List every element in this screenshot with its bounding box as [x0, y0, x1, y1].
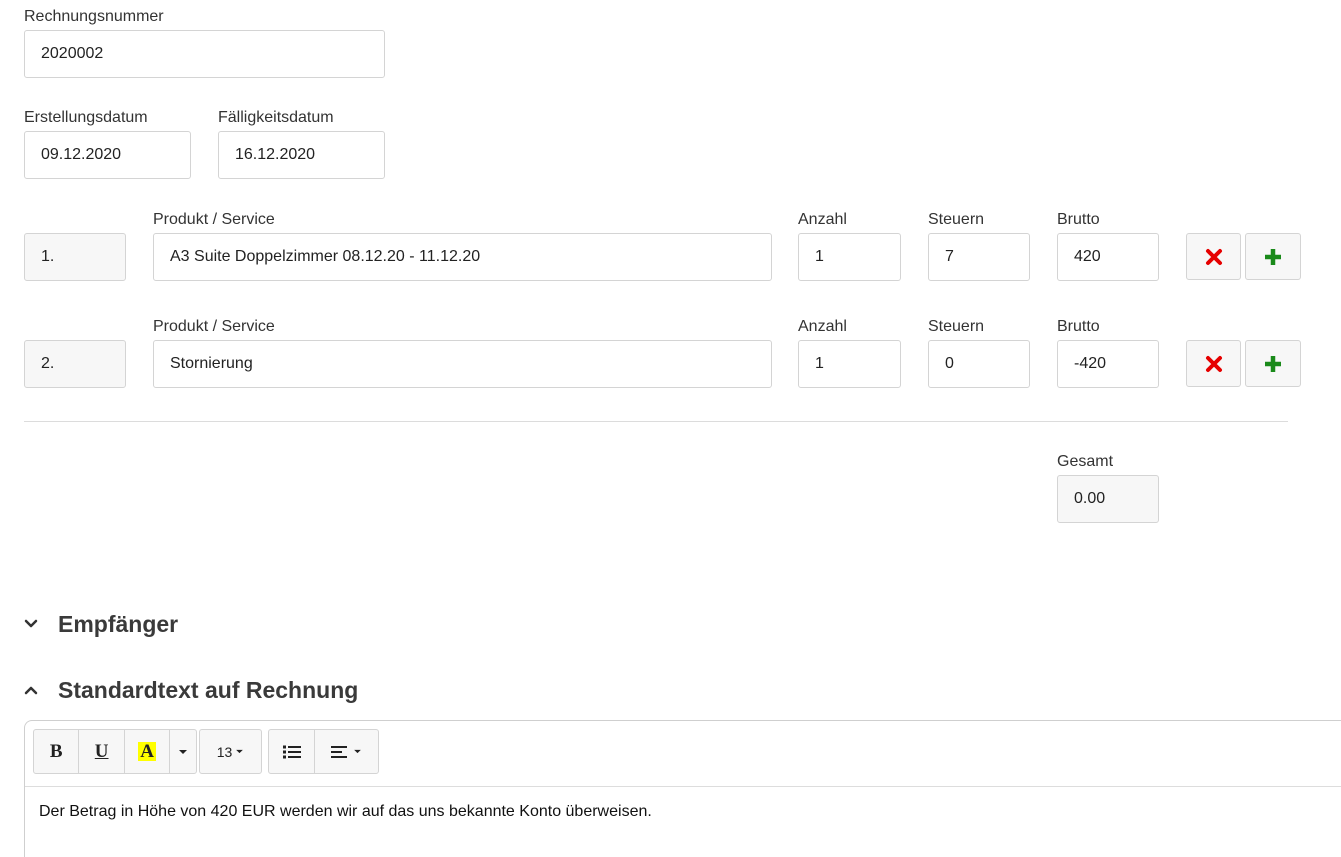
underline-button[interactable]: U	[79, 730, 125, 773]
editor-toolbar: B U A 13	[25, 721, 1341, 787]
highlight-color-dropdown[interactable]	[170, 730, 196, 773]
rich-text-editor: B U A 13 Der Betrag in Höhe von 420 EUR …	[24, 720, 1341, 857]
product-label: Produkt / Service	[153, 211, 275, 228]
font-size-dropdown[interactable]: 13	[200, 730, 261, 773]
tax-label: Steuern	[928, 318, 985, 335]
paragraph-button-group	[268, 729, 379, 774]
total-label: Gesamt	[1057, 453, 1114, 470]
format-button-group: B U A	[33, 729, 197, 774]
close-icon	[1205, 355, 1222, 372]
align-dropdown[interactable]	[315, 730, 378, 773]
bold-button[interactable]: B	[34, 730, 80, 773]
divider	[24, 421, 1288, 422]
gross-input[interactable]: 420	[1057, 233, 1159, 281]
caret-down-icon	[236, 749, 244, 754]
highlight-button[interactable]: A	[125, 730, 171, 773]
line-item-index: 1.	[24, 233, 126, 281]
standard-text-section-toggle[interactable]: Standardtext auf Rechnung	[24, 674, 358, 706]
due-date-input[interactable]: 16.12.2020	[218, 131, 385, 179]
close-icon	[1205, 248, 1222, 265]
line-item-index: 2.	[24, 340, 126, 388]
plus-icon	[1265, 355, 1281, 372]
align-icon	[331, 745, 347, 758]
invoice-number-input[interactable]: 2020002	[24, 30, 385, 78]
created-date-label: Erstellungsdatum	[24, 109, 148, 126]
remove-item-button[interactable]	[1186, 340, 1241, 387]
font-size-group: 13	[199, 729, 262, 774]
bullet-list-button[interactable]	[269, 730, 315, 773]
created-date-input[interactable]: 09.12.2020	[24, 131, 191, 179]
gross-label: Brutto	[1057, 211, 1100, 228]
gross-label: Brutto	[1057, 318, 1100, 335]
remove-item-button[interactable]	[1186, 233, 1241, 280]
editor-content[interactable]: Der Betrag in Höhe von 420 EUR werden wi…	[39, 803, 652, 821]
tax-input[interactable]: 0	[928, 340, 1030, 388]
quantity-label: Anzahl	[798, 211, 847, 228]
product-input[interactable]: Stornierung	[153, 340, 772, 388]
total-value: 0.00	[1057, 475, 1159, 523]
caret-down-icon	[354, 749, 361, 754]
tax-input[interactable]: 7	[928, 233, 1030, 281]
quantity-input[interactable]: 1	[798, 233, 901, 281]
tax-label: Steuern	[928, 211, 985, 228]
add-item-button[interactable]	[1245, 340, 1301, 387]
plus-icon	[1265, 248, 1281, 265]
highlight-letter: A	[138, 741, 156, 762]
recipient-section-title: Empfänger	[58, 610, 179, 637]
chevron-up-icon	[24, 685, 58, 695]
list-icon	[282, 745, 301, 758]
invoice-number-label: Rechnungsnummer	[24, 8, 164, 25]
product-label: Produkt / Service	[153, 318, 275, 335]
product-input[interactable]: A3 Suite Doppelzimmer 08.12.20 - 11.12.2…	[153, 233, 772, 281]
quantity-input[interactable]: 1	[798, 340, 901, 388]
font-size-value: 13	[216, 743, 233, 760]
due-date-label: Fälligkeitsdatum	[218, 109, 334, 126]
chevron-down-icon	[24, 619, 58, 629]
gross-input[interactable]: -420	[1057, 340, 1159, 388]
quantity-label: Anzahl	[798, 318, 847, 335]
caret-down-icon	[179, 749, 188, 754]
add-item-button[interactable]	[1245, 233, 1301, 280]
standard-text-section-title: Standardtext auf Rechnung	[58, 676, 359, 703]
recipient-section-toggle[interactable]: Empfänger	[24, 608, 178, 640]
